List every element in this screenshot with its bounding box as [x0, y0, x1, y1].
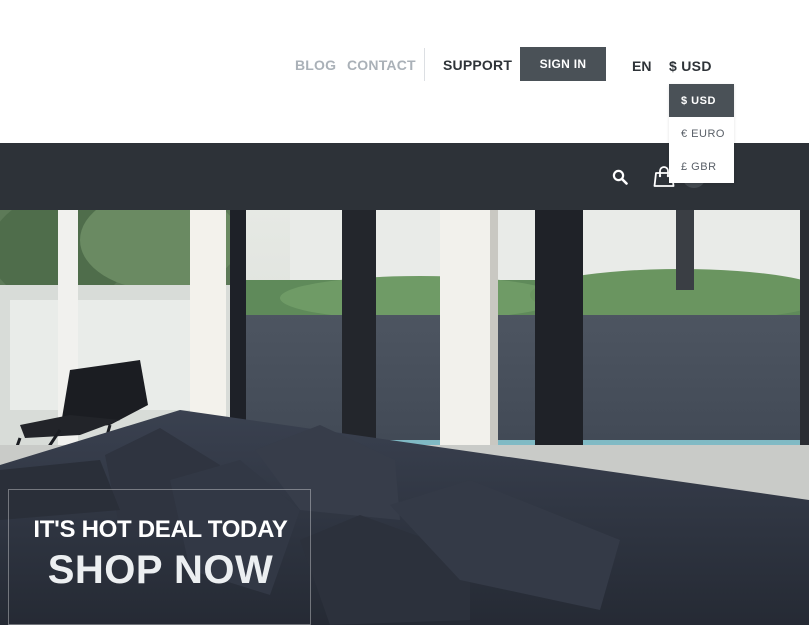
promo-tagline: IT'S HOT DEAL TODAY: [33, 516, 288, 543]
currency-dropdown: $ USD € EURO £ GBR: [669, 84, 734, 183]
contact-link[interactable]: CONTACT: [347, 57, 416, 73]
language-selector[interactable]: EN: [632, 58, 651, 74]
promo-box: IT'S HOT DEAL TODAY SHOP NOW: [8, 489, 311, 625]
currency-option-usd[interactable]: $ USD: [669, 84, 734, 117]
search-icon[interactable]: [612, 169, 628, 185]
nav-divider: [424, 48, 425, 81]
blog-link[interactable]: BLOG: [295, 57, 336, 73]
currency-option-gbr[interactable]: £ GBR: [669, 150, 734, 183]
currency-selector[interactable]: $ USD: [669, 58, 712, 74]
support-link[interactable]: SUPPORT: [443, 57, 512, 73]
sign-in-button[interactable]: SIGN IN: [520, 47, 606, 81]
shop-now-link[interactable]: SHOP NOW: [9, 548, 312, 593]
currency-option-euro[interactable]: € EURO: [669, 117, 734, 150]
